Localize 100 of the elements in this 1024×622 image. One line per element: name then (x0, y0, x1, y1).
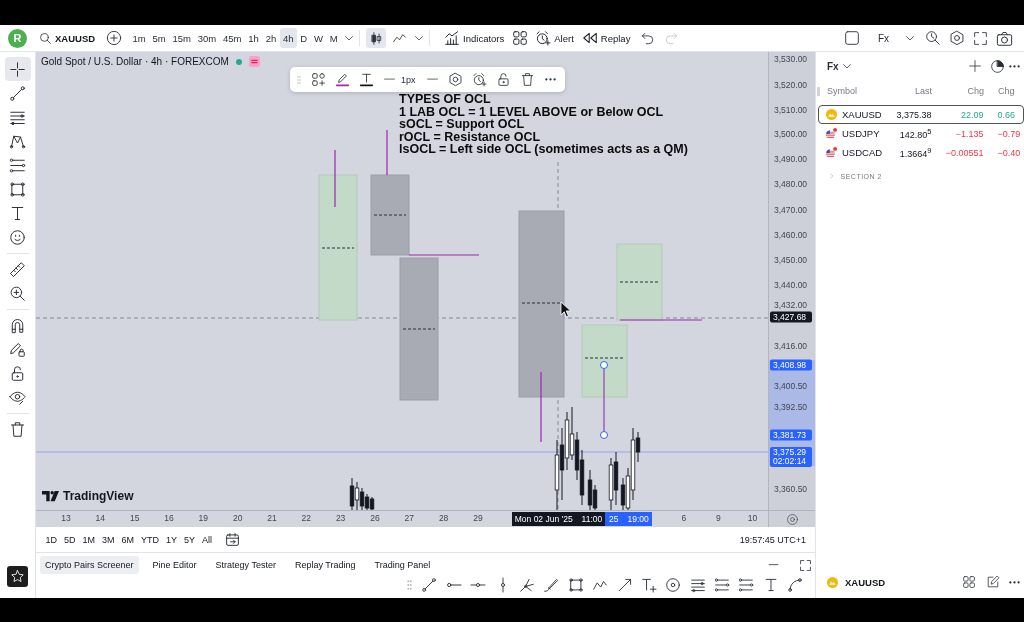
rectangle-icon[interactable] (568, 578, 583, 592)
parallel-lines-icon[interactable] (690, 578, 705, 592)
price-tick: 3,510.00 (773, 104, 809, 116)
range-button[interactable]: 3M (98, 530, 119, 549)
maximize-icon[interactable] (800, 559, 811, 571)
symbol-name[interactable]: XAUUSD (845, 576, 886, 588)
text-style-icon[interactable] (360, 73, 373, 86)
indicators-button[interactable]: Indicators (445, 28, 505, 48)
crosshair-tool[interactable] (4, 57, 31, 81)
watchlist-row[interactable]: USDCAD 1.3664$^{9}$ −0.00551 −0.40 (818, 143, 1024, 162)
alert-button[interactable]: Alert (536, 28, 574, 48)
watchlist-row[interactable]: XAUUSD 3,375.38 22.09 0.66 (818, 105, 1024, 124)
path-icon[interactable] (593, 578, 608, 592)
interval-button[interactable]: 30m (194, 28, 220, 48)
brush-icon[interactable] (544, 578, 559, 592)
watchlist-selector[interactable]: Fx (827, 57, 851, 75)
grid-icon[interactable] (963, 576, 975, 588)
calendar-icon[interactable] (225, 533, 239, 546)
range-button[interactable]: 1Y (162, 530, 181, 549)
price-axis[interactable]: 3,530.00 3,520.00 3,510.00 3,500.00 3,490.00 3,480.00 3,470.00 3,460.00 3,450.00 3,440.00 3,432.00 3,427.68 3,416.00 3,408.98 3,400.50 3,392.50 3,381.73 3,375.29 02:02:14 3,360.50 (768, 52, 815, 510)
edit-icon[interactable] (987, 576, 999, 588)
more-icon[interactable] (1009, 64, 1020, 68)
fullscreen-icon[interactable] (974, 31, 987, 45)
range-button[interactable]: 1M (79, 530, 99, 549)
interval-button[interactable]: 1h (244, 28, 263, 48)
interval-button[interactable]: 15m (169, 28, 195, 48)
price-range-measure[interactable] (600, 361, 608, 439)
undo-icon[interactable] (641, 31, 655, 45)
pie-chart-icon[interactable] (991, 59, 1004, 73)
column-header[interactable]: Last (892, 86, 932, 96)
panel-tab[interactable]: Crypto Pairs Screener (40, 556, 139, 574)
panel-tab[interactable]: Strategy Tester (210, 556, 281, 574)
pencil-icon[interactable] (336, 73, 349, 86)
trash-icon[interactable] (520, 73, 534, 86)
column-header[interactable]: Chg (984, 86, 1015, 96)
range-lines-icon[interactable] (715, 578, 730, 592)
caret-icon[interactable] (415, 35, 424, 41)
camera-icon[interactable] (997, 30, 1012, 46)
interval-button[interactable]: 2h (262, 28, 280, 48)
panel-tab[interactable]: Pine Editor (147, 556, 202, 574)
symbol-search-button[interactable]: XAUUSD (37, 28, 99, 48)
more-icon[interactable] (1009, 580, 1020, 584)
line-chart-icon (392, 31, 406, 45)
interval-button[interactable]: 45m (219, 28, 245, 48)
range-button[interactable]: 5D (60, 530, 80, 549)
square-layout-icon[interactable] (844, 31, 859, 45)
caret-icon[interactable] (345, 35, 354, 41)
favorites-button[interactable] (7, 566, 28, 587)
text-subscript-icon[interactable] (641, 578, 656, 592)
line-width-button[interactable]: 1px (384, 69, 416, 90)
quick-search-icon[interactable] (926, 31, 940, 45)
panel-tab[interactable]: Replay Trading (289, 556, 361, 574)
range-button[interactable]: 5Y (180, 530, 199, 549)
marker-time: 19:00 (627, 514, 649, 524)
range-lines-icon[interactable] (739, 578, 754, 592)
trend-line-icon[interactable] (422, 578, 437, 592)
chart-text-note[interactable]: lsOCL = Left side OCL (sometimes acts as a QM) (399, 143, 688, 156)
range-button[interactable]: 6M (118, 530, 138, 549)
chart-text-note[interactable]: rOCL = Resistance OCL (399, 130, 688, 144)
padlock-icon[interactable] (496, 73, 510, 86)
status-badge-icon (248, 56, 260, 67)
range-button[interactable]: YTD (137, 530, 163, 549)
minimize-icon[interactable] (768, 563, 779, 567)
layout-menu-button[interactable]: Fx (877, 28, 914, 48)
watchlist-row[interactable]: USDJPY 142.80$^{5}$ −1.135 −0.79 (818, 124, 1024, 143)
settings-icon[interactable] (448, 73, 462, 86)
range-button[interactable]: 1D (42, 530, 61, 549)
templates-icon[interactable] (312, 73, 325, 86)
plus-icon[interactable] (969, 60, 981, 72)
candles-style-button[interactable] (366, 28, 387, 48)
target-icon[interactable] (666, 578, 681, 592)
interval-button[interactable]: 4h (279, 28, 297, 48)
chart-text-note[interactable]: 1 LAB OCL = 1 LEVEL ABOVE or Below OCL (399, 105, 688, 119)
plus-circle-icon[interactable] (107, 31, 122, 45)
alarm-clock-icon[interactable] (472, 73, 486, 86)
interval-button[interactable]: 1m (129, 28, 150, 48)
arrow-line-icon[interactable] (617, 578, 632, 592)
panel-tab[interactable]: Trading Panel (369, 556, 436, 574)
interval-button[interactable]: 5m (149, 28, 170, 48)
symbol-legend[interactable]: Gold Spot / U.S. Dollar · 4h · FOREXCOM (41, 56, 229, 67)
interval-button[interactable]: M (326, 28, 342, 48)
column-header[interactable]: Chg (932, 86, 984, 96)
text-icon[interactable] (763, 578, 778, 592)
chart-text-note[interactable]: TYPES OF OCL (399, 93, 688, 106)
drag-handle-icon[interactable] (407, 580, 412, 590)
column-header[interactable]: Symbol (827, 86, 892, 96)
replay-button[interactable]: Replay (582, 28, 631, 48)
templates-button[interactable] (513, 28, 528, 48)
range-button[interactable]: All (198, 530, 216, 549)
pitchfork-icon[interactable] (519, 578, 534, 592)
clock[interactable]: 19:57:45 UTC+1 (739, 534, 806, 545)
interval-button[interactable]: D (296, 28, 311, 48)
crosshair-icon (10, 61, 25, 77)
settings-icon[interactable] (950, 31, 964, 45)
chart-text-note[interactable]: sOCL = Support OCL (399, 118, 688, 131)
chart-area[interactable]: Gold Spot / U.S. Dollar · 4h · FOREXCOM 1px TYPES OF OCL 1 LAB OCL = 1 LEVEL ABOVE or Below OCL sOCL = Support OCL rOCL = Resistance OCL lsOCL = Left side OCL (sometimes acts as a QM) TradingView (36, 52, 768, 510)
drawn-line[interactable] (334, 149, 336, 208)
more-icon[interactable] (544, 78, 556, 81)
interval-button[interactable]: W (310, 28, 327, 48)
curve-icon[interactable] (788, 578, 803, 592)
